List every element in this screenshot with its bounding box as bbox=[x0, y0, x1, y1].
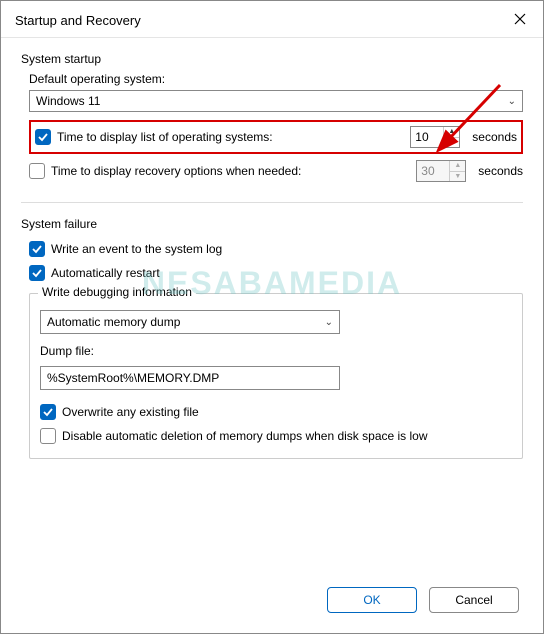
spinner-down-icon: ▼ bbox=[450, 172, 465, 182]
time-list-spinner[interactable]: 10 ▲ ▼ bbox=[410, 126, 460, 148]
dialog-title: Startup and Recovery bbox=[15, 13, 141, 28]
cancel-button[interactable]: Cancel bbox=[429, 587, 519, 613]
disable-auto-delete-label: Disable automatic deletion of memory dum… bbox=[62, 429, 512, 443]
spinner-down-icon[interactable]: ▼ bbox=[444, 138, 459, 148]
time-recovery-checkbox[interactable] bbox=[29, 163, 45, 179]
debug-type-value: Automatic memory dump bbox=[47, 315, 180, 329]
time-recovery-value: 30 bbox=[417, 161, 449, 181]
dialog-content: System startup Default operating system:… bbox=[1, 38, 543, 587]
time-list-label: Time to display list of operating system… bbox=[57, 130, 400, 144]
debug-group-title: Write debugging information bbox=[38, 285, 196, 299]
dump-file-label: Dump file: bbox=[40, 344, 512, 358]
debug-type-select[interactable]: Automatic memory dump ⌄ bbox=[40, 310, 340, 334]
auto-restart-label: Automatically restart bbox=[51, 266, 523, 280]
time-recovery-spinner: 30 ▲ ▼ bbox=[416, 160, 466, 182]
system-startup-label: System startup bbox=[21, 52, 523, 66]
close-button[interactable] bbox=[509, 9, 531, 31]
divider bbox=[21, 202, 523, 203]
disable-auto-delete-checkbox[interactable] bbox=[40, 428, 56, 444]
auto-restart-checkbox[interactable] bbox=[29, 265, 45, 281]
close-icon bbox=[514, 12, 526, 28]
time-recovery-row: Time to display recovery options when ne… bbox=[29, 158, 523, 184]
default-os-label: Default operating system: bbox=[29, 72, 523, 86]
write-event-checkbox[interactable] bbox=[29, 241, 45, 257]
default-os-select[interactable]: Windows 11 ⌄ bbox=[29, 90, 523, 112]
dump-file-input[interactable] bbox=[40, 366, 340, 390]
startup-recovery-dialog: Startup and Recovery System startup Defa… bbox=[0, 0, 544, 634]
ok-button[interactable]: OK bbox=[327, 587, 417, 613]
time-recovery-suffix: seconds bbox=[478, 164, 523, 178]
spinner-up-icon[interactable]: ▲ bbox=[444, 127, 459, 138]
button-bar: OK Cancel bbox=[1, 587, 543, 633]
chevron-down-icon: ⌄ bbox=[508, 96, 516, 107]
time-list-suffix: seconds bbox=[472, 130, 517, 144]
debug-info-group: Write debugging information Automatic me… bbox=[29, 293, 523, 459]
titlebar: Startup and Recovery bbox=[1, 1, 543, 38]
time-list-value[interactable]: 10 bbox=[411, 127, 443, 147]
overwrite-label: Overwrite any existing file bbox=[62, 405, 512, 419]
default-os-value: Windows 11 bbox=[36, 94, 100, 108]
system-failure-label: System failure bbox=[21, 217, 523, 231]
chevron-down-icon: ⌄ bbox=[325, 317, 333, 328]
time-list-checkbox[interactable] bbox=[35, 129, 51, 145]
time-list-row-highlight: Time to display list of operating system… bbox=[29, 120, 523, 154]
time-recovery-label: Time to display recovery options when ne… bbox=[51, 164, 406, 178]
write-event-label: Write an event to the system log bbox=[51, 242, 523, 256]
overwrite-checkbox[interactable] bbox=[40, 404, 56, 420]
spinner-up-icon: ▲ bbox=[450, 161, 465, 172]
